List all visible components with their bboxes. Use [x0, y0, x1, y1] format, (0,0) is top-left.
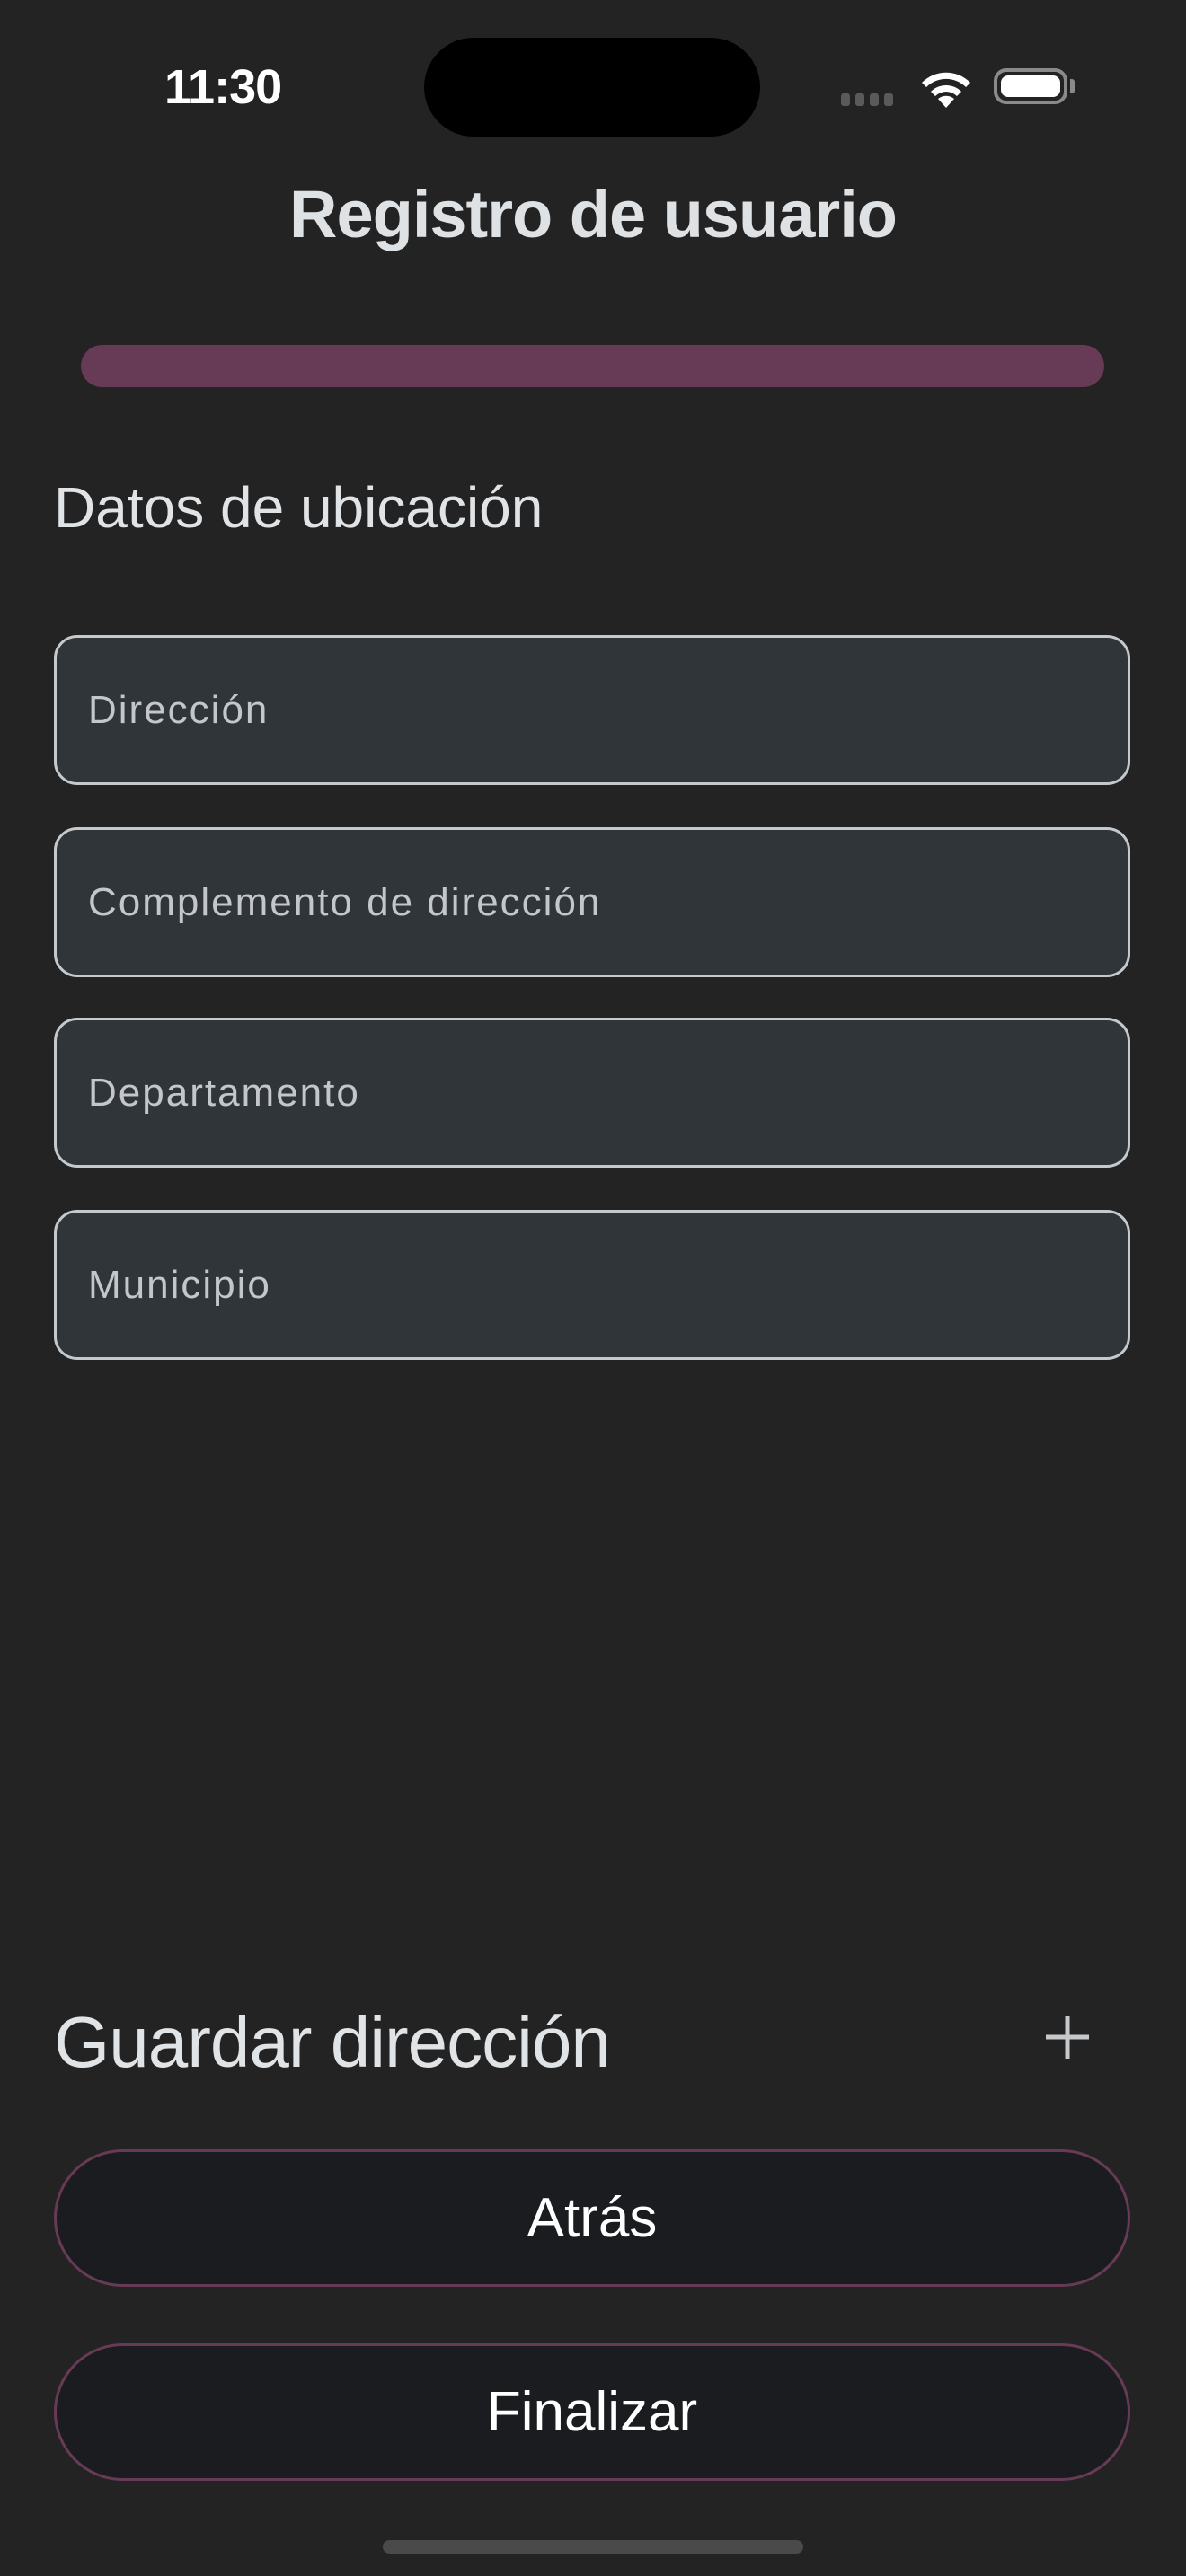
section-title: Datos de ubicación — [54, 475, 544, 540]
back-button[interactable]: Atrás — [54, 2149, 1130, 2287]
battery-tip — [1070, 79, 1075, 93]
municipality-placeholder: Municipio — [88, 1262, 271, 1307]
address-placeholder: Dirección — [88, 687, 270, 732]
status-time: 11:30 — [164, 60, 282, 114]
battery-icon — [994, 68, 1067, 104]
progress-fill — [81, 345, 1104, 387]
address-complement-placeholder: Complemento de dirección — [88, 879, 602, 924]
address-complement-input[interactable]: Complemento de dirección — [54, 827, 1130, 977]
finish-button[interactable]: Finalizar — [54, 2343, 1130, 2481]
registration-progress-bar — [81, 345, 1104, 387]
page-title: Registro de usuario — [289, 177, 898, 251]
address-input[interactable]: Dirección — [54, 635, 1130, 785]
home-indicator — [383, 2540, 803, 2554]
municipality-input[interactable]: Municipio — [54, 1210, 1130, 1360]
department-placeholder: Departamento — [88, 1070, 360, 1115]
department-input[interactable]: Departamento — [54, 1018, 1130, 1168]
dynamic-island — [424, 38, 760, 137]
wifi-icon — [922, 72, 970, 108]
save-address-label: Guardar dirección — [54, 2002, 611, 2082]
cellular-signal-icon — [841, 93, 893, 106]
plus-icon[interactable] — [1042, 2012, 1093, 2062]
